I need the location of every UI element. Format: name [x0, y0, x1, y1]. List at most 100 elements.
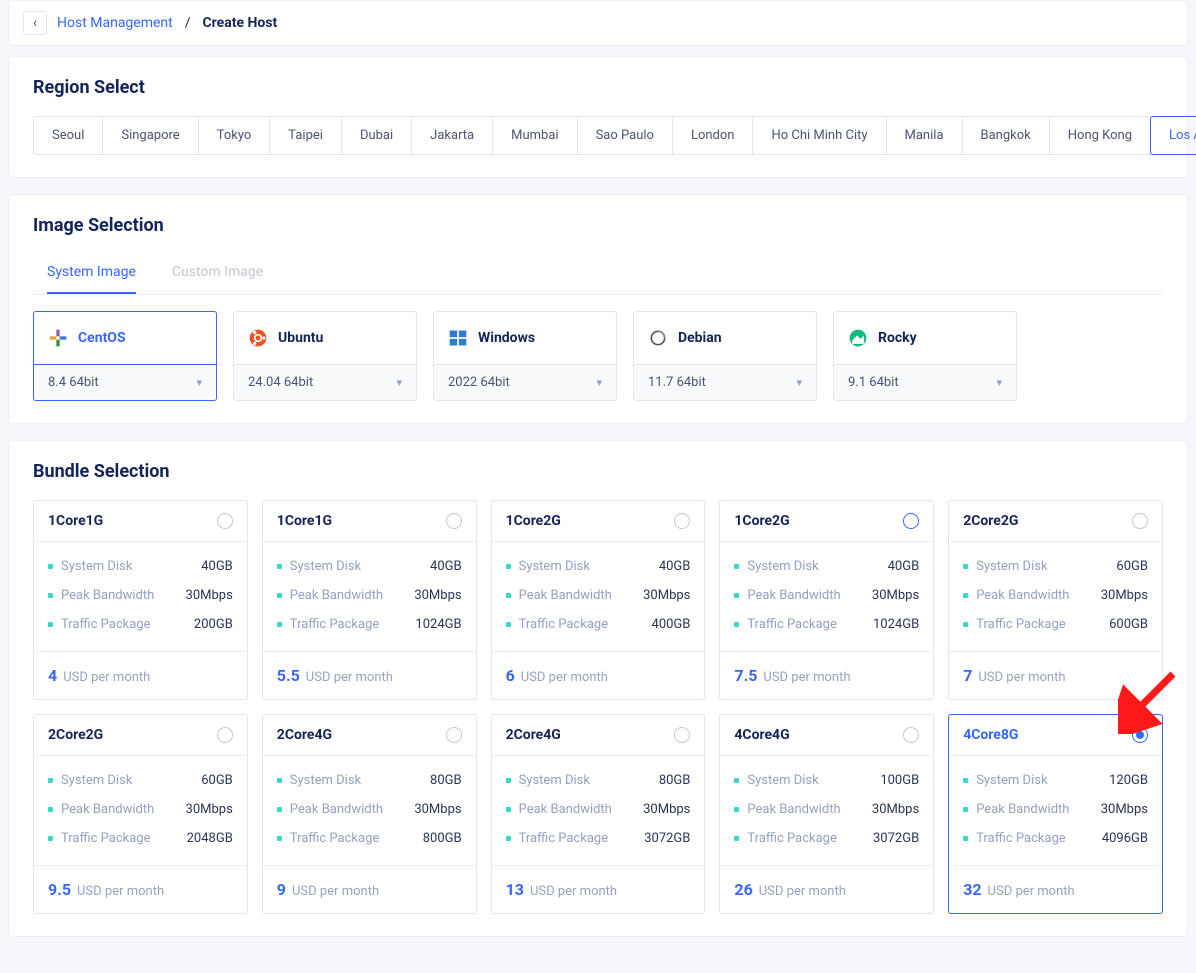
spec-traffic-value: 3072GB	[644, 831, 690, 846]
chevron-down-icon: ▾	[996, 376, 1002, 389]
radio-icon[interactable]	[217, 727, 233, 743]
bundle-card-2core2g[interactable]: 2Core2G System Disk60GBPeak Bandwidth30Mb…	[948, 500, 1163, 700]
region-item-ho-chi-minh-city[interactable]: Ho Chi Minh City	[752, 116, 886, 155]
bundle-card-2core4g[interactable]: 2Core4GSystem Disk80GBPeak Bandwidth30Mb…	[262, 714, 477, 914]
image-header[interactable]: Ubuntu	[234, 312, 416, 365]
spec-disk-value: 40GB	[888, 559, 920, 574]
breadcrumb-current: Create Host	[203, 15, 278, 31]
bundle-specs: System Disk60GBPeak Bandwidth30MbpsTraff…	[949, 542, 1162, 652]
image-version-select[interactable]: 8.4 64bit▾	[34, 365, 216, 400]
radio-icon[interactable]	[217, 513, 233, 529]
image-card-windows[interactable]: Windows2022 64bit▾	[433, 311, 617, 401]
image-header[interactable]: CentOS	[34, 312, 216, 365]
region-item-jakarta[interactable]: Jakarta	[411, 116, 493, 155]
breadcrumb-sep: /	[185, 15, 191, 31]
spec-traffic-value: 400GB	[652, 617, 691, 632]
region-item-mumbai[interactable]: Mumbai	[492, 116, 577, 155]
bundle-name: 2Core2G	[963, 513, 1018, 529]
region-item-bangkok[interactable]: Bangkok	[962, 116, 1050, 155]
spec-traffic-value: 2048GB	[187, 831, 233, 846]
bundle-price: 4USD per month	[34, 652, 247, 699]
spec-bandwidth-label: Peak Bandwidth	[506, 588, 612, 603]
bundle-card-4core4g[interactable]: 4Core4GSystem Disk100GBPeak Bandwidth30M…	[719, 714, 934, 914]
spec-disk-value: 80GB	[659, 773, 691, 788]
region-item-singapore[interactable]: Singapore	[102, 116, 198, 155]
radio-icon[interactable]	[446, 513, 462, 529]
spec-disk-value: 40GB	[659, 559, 691, 574]
image-version-select[interactable]: 11.7 64bit▾	[634, 365, 816, 400]
price-number: 32	[963, 880, 981, 899]
radio-icon[interactable]	[674, 727, 690, 743]
bundle-card-2core2g[interactable]: 2Core2GSystem Disk60GBPeak Bandwidth30Mb…	[33, 714, 248, 914]
bundle-card-1core2g[interactable]: 1Core2GSystem Disk40GBPeak Bandwidth30Mb…	[719, 500, 934, 700]
spec-disk-label: System Disk	[506, 773, 590, 788]
image-header[interactable]: Windows	[434, 312, 616, 365]
radio-icon[interactable]	[1132, 727, 1148, 743]
ubuntu-icon	[248, 328, 268, 348]
radio-icon[interactable]	[674, 513, 690, 529]
bundle-card-1core1g[interactable]: 1Core1GSystem Disk40GBPeak Bandwidth30Mb…	[262, 500, 477, 700]
spec-bandwidth-label: Peak Bandwidth	[277, 802, 383, 817]
spec-bandwidth-label: Peak Bandwidth	[506, 802, 612, 817]
breadcrumb-link-host-management[interactable]: Host Management	[57, 15, 173, 31]
bundle-head: 2Core2G	[949, 501, 1162, 542]
price-suffix: USD per month	[77, 884, 164, 899]
breadcrumb: ‹ Host Management / Create Host	[8, 0, 1188, 46]
tab-custom-image[interactable]: Custom Image	[172, 254, 263, 294]
image-version-select[interactable]: 24.04 64bit ▾	[234, 365, 416, 400]
bundle-head: 2Core4G	[492, 715, 705, 756]
spec-disk-value: 120GB	[1109, 773, 1148, 788]
image-header[interactable]: Debian	[634, 312, 816, 365]
region-item-seoul[interactable]: Seoul	[33, 116, 103, 155]
radio-icon[interactable]	[903, 513, 919, 529]
spec-traffic-label: Traffic Package	[963, 617, 1066, 632]
radio-icon[interactable]	[446, 727, 462, 743]
spec-disk-label: System Disk	[734, 559, 818, 574]
spec-disk-label: System Disk	[963, 773, 1047, 788]
region-item-tokyo[interactable]: Tokyo	[198, 116, 271, 155]
region-item-london[interactable]: London	[672, 116, 754, 155]
bundle-card-4core8g[interactable]: 4Core8GSystem Disk120GBPeak Bandwidth30M…	[948, 714, 1163, 914]
tab-system-image[interactable]: System Image	[47, 254, 136, 294]
image-version-select[interactable]: 9.1 64bit ▾	[834, 365, 1016, 400]
region-item-hong-kong[interactable]: Hong Kong	[1049, 116, 1151, 155]
image-version: 9.1 64bit	[848, 375, 899, 390]
bundle-name: 1Core2G	[506, 513, 561, 529]
price-number: 9	[277, 880, 286, 899]
spec-bandwidth-label: Peak Bandwidth	[48, 802, 154, 817]
back-button[interactable]: ‹	[23, 11, 47, 35]
image-name: Rocky	[878, 330, 917, 346]
image-version-select[interactable]: 2022 64bit▾	[434, 365, 616, 400]
radio-icon[interactable]	[903, 727, 919, 743]
bundle-card-1core2g[interactable]: 1Core2GSystem Disk40GBPeak Bandwidth30Mb…	[491, 500, 706, 700]
bundle-card-2core4g[interactable]: 2Core4GSystem Disk80GBPeak Bandwidth30Mb…	[491, 714, 706, 914]
bundle-card-1core1g[interactable]: 1Core1GSystem Disk40GBPeak Bandwidth30Mb…	[33, 500, 248, 700]
spec-bandwidth-label: Peak Bandwidth	[734, 588, 840, 603]
region-item-los-angeles[interactable]: Los Angeles	[1150, 116, 1196, 155]
spec-disk-label: System Disk	[48, 773, 132, 788]
spec-traffic-value: 3072GB	[873, 831, 919, 846]
chevron-down-icon: ▾	[196, 376, 202, 389]
spec-bandwidth-value: 30Mbps	[1101, 588, 1148, 603]
spec-bandwidth-value: 30Mbps	[186, 588, 233, 603]
image-header[interactable]: Rocky	[834, 312, 1016, 365]
region-item-dubai[interactable]: Dubai	[341, 116, 412, 155]
region-item-taipei[interactable]: Taipei	[269, 116, 342, 155]
spec-bandwidth-value: 30Mbps	[872, 802, 919, 817]
region-item-manila[interactable]: Manila	[886, 116, 963, 155]
image-version: 24.04 64bit	[248, 375, 313, 390]
image-card-ubuntu[interactable]: Ubuntu 24.04 64bit ▾	[233, 311, 417, 401]
bundle-specs: System Disk100GBPeak Bandwidth30MbpsTraf…	[720, 756, 933, 866]
price-number: 4	[48, 666, 57, 685]
image-card-debian[interactable]: Debian11.7 64bit▾	[633, 311, 817, 401]
price-number: 9.5	[48, 880, 71, 899]
chevron-down-icon: ▾	[396, 376, 402, 389]
image-card-rocky[interactable]: Rocky 9.1 64bit ▾	[833, 311, 1017, 401]
radio-icon[interactable]	[1132, 513, 1148, 529]
image-name: Ubuntu	[278, 330, 323, 346]
region-item-sao-paulo[interactable]: Sao Paulo	[577, 116, 673, 155]
spec-disk-value: 40GB	[430, 559, 462, 574]
spec-traffic-value: 1024GB	[873, 617, 919, 632]
image-card-centos[interactable]: CentOS8.4 64bit▾	[33, 311, 217, 401]
spec-traffic-label: Traffic Package	[506, 617, 609, 632]
